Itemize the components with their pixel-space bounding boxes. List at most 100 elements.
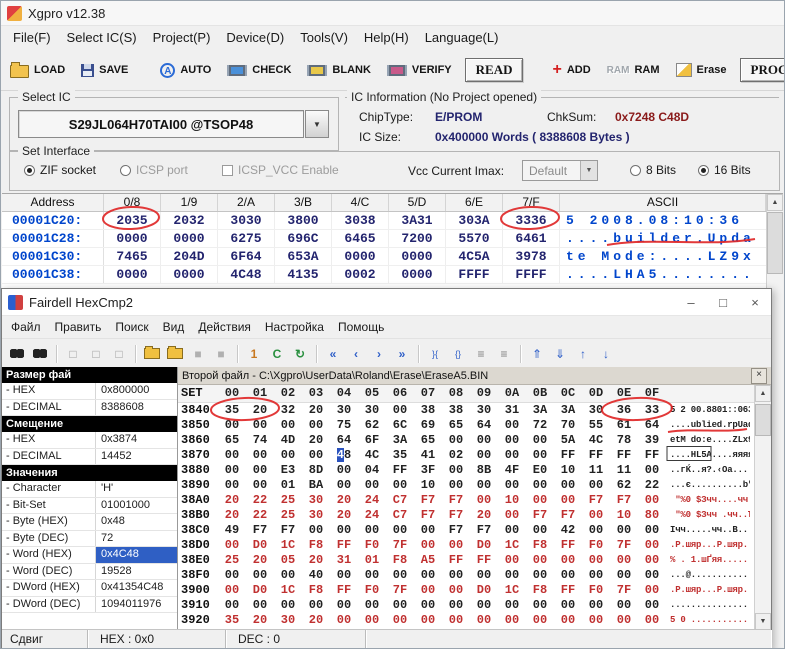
word-cell[interactable]: 3800 bbox=[275, 212, 332, 229]
byte-cell[interactable]: 64 bbox=[330, 433, 358, 448]
word-cell[interactable]: 204D bbox=[161, 248, 218, 265]
byte-cell[interactable]: 00 bbox=[442, 463, 470, 478]
byte-cell[interactable]: 00 bbox=[498, 523, 526, 538]
byte-cell[interactable]: 10 bbox=[610, 508, 638, 523]
byte-cell[interactable]: 00 bbox=[526, 553, 554, 568]
byte-cell[interactable]: 00 bbox=[330, 523, 358, 538]
ascii-cell[interactable]: % . 1.шҐяя...... bbox=[670, 553, 750, 568]
ascii-cell[interactable]: ................ bbox=[670, 598, 750, 613]
byte-cell[interactable]: 00 bbox=[470, 478, 498, 493]
byte-cell[interactable]: F8 bbox=[302, 583, 330, 598]
byte-cell[interactable]: 01 bbox=[358, 553, 386, 568]
byte-cell[interactable]: 3A bbox=[554, 403, 582, 418]
hexcmp-titlebar[interactable]: Fairdell HexCmp2 – □ × bbox=[2, 289, 771, 316]
byte-cell[interactable]: 3F bbox=[414, 463, 442, 478]
byte-cell[interactable]: FF bbox=[638, 448, 666, 463]
byte-cell[interactable]: 00 bbox=[218, 463, 246, 478]
last-diff-icon[interactable]: » bbox=[391, 343, 413, 365]
byte-cell[interactable]: 00 bbox=[414, 568, 442, 583]
byte-cell[interactable]: 00 bbox=[610, 598, 638, 613]
word-cell[interactable]: 4C5A bbox=[446, 248, 503, 265]
recompare-icon[interactable]: ↻ bbox=[289, 343, 311, 365]
byte-cell[interactable]: 00 bbox=[554, 478, 582, 493]
byte-cell[interactable]: F7 bbox=[246, 523, 274, 538]
byte-cell[interactable]: 00 bbox=[442, 538, 470, 553]
open-single-icon[interactable] bbox=[164, 343, 186, 365]
byte-cell[interactable]: 38 bbox=[442, 403, 470, 418]
byte-cell[interactable]: F0 bbox=[582, 583, 610, 598]
ascii-cell[interactable]: ..гЌ..я?.‹Oа.... bbox=[670, 463, 750, 478]
byte-cell[interactable]: 30 bbox=[330, 403, 358, 418]
byte-cell[interactable]: 78 bbox=[610, 433, 638, 448]
byte-cell[interactable]: 00 bbox=[218, 478, 246, 493]
byte-cell[interactable]: 64 bbox=[638, 418, 666, 433]
load-button[interactable]: LOAD bbox=[7, 60, 68, 80]
byte-cell[interactable]: 22 bbox=[246, 508, 274, 523]
byte-cell[interactable]: 6F bbox=[358, 433, 386, 448]
ic-combobox[interactable]: S29JL064H70TAI00 @TSOP48 bbox=[18, 110, 304, 138]
byte-cell[interactable]: 00 bbox=[414, 613, 442, 628]
byte-cell[interactable]: 00 bbox=[386, 478, 414, 493]
byte-cell[interactable]: 1C bbox=[274, 583, 302, 598]
byte-cell[interactable]: 36 bbox=[610, 403, 638, 418]
scroll-up-button[interactable]: ▲ bbox=[755, 385, 771, 402]
file-one-icon[interactable]: □ bbox=[62, 343, 84, 365]
byte-cell[interactable]: 00 bbox=[358, 478, 386, 493]
word-cell[interactable]: FFFF bbox=[503, 266, 560, 283]
byte-cell[interactable]: FF bbox=[442, 553, 470, 568]
byte-cell[interactable]: 38 bbox=[414, 403, 442, 418]
scrollbar-thumb[interactable] bbox=[755, 404, 771, 436]
xgpro-menu-select-ic[interactable]: Select IC(S) bbox=[59, 26, 145, 50]
scroll-down-sync-icon[interactable]: ⇓ bbox=[549, 343, 571, 365]
byte-cell[interactable]: E3 bbox=[274, 463, 302, 478]
byte-cell[interactable]: 30 bbox=[358, 403, 386, 418]
word-cell[interactable]: 3978 bbox=[503, 248, 560, 265]
byte-cell[interactable]: 00 bbox=[526, 433, 554, 448]
byte-cell[interactable]: 10 bbox=[554, 463, 582, 478]
byte-cell[interactable]: F7 bbox=[274, 523, 302, 538]
byte-cell[interactable]: 20 bbox=[330, 493, 358, 508]
byte-cell[interactable]: 00 bbox=[526, 568, 554, 583]
byte-cell[interactable]: 00 bbox=[582, 613, 610, 628]
ascii-cell[interactable]: .Р.шяр...Р.шяр.. bbox=[670, 583, 750, 598]
byte-cell[interactable]: 00 bbox=[218, 448, 246, 463]
byte-cell[interactable]: 00 bbox=[218, 538, 246, 553]
byte-cell[interactable]: 05 bbox=[274, 553, 302, 568]
byte-cell[interactable]: 49 bbox=[218, 523, 246, 538]
hexview-scrollbar[interactable]: ▲ ▼ bbox=[754, 385, 771, 630]
byte-cell[interactable]: 00 bbox=[582, 553, 610, 568]
byte-cell[interactable]: 00 bbox=[442, 478, 470, 493]
byte-cell[interactable]: 00 bbox=[246, 463, 274, 478]
find-icon[interactable] bbox=[6, 343, 28, 365]
byte-cell[interactable]: 35 bbox=[218, 403, 246, 418]
byte-cell[interactable]: 39 bbox=[638, 433, 666, 448]
byte-cell[interactable]: 69 bbox=[414, 418, 442, 433]
byte-cell[interactable]: 40 bbox=[302, 568, 330, 583]
byte-cell[interactable]: 00 bbox=[330, 598, 358, 613]
byte-cell[interactable]: 00 bbox=[498, 478, 526, 493]
word-cell[interactable]: 3A31 bbox=[389, 212, 446, 229]
byte-cell[interactable]: C7 bbox=[386, 508, 414, 523]
byte-cell[interactable]: 00 bbox=[218, 418, 246, 433]
byte-cell[interactable]: 74 bbox=[246, 433, 274, 448]
byte-cell[interactable]: 00 bbox=[498, 433, 526, 448]
byte-cell[interactable]: 20 bbox=[218, 493, 246, 508]
byte-cell[interactable]: FF bbox=[610, 448, 638, 463]
byte-cell[interactable]: 00 bbox=[442, 433, 470, 448]
word-cell[interactable]: 6F64 bbox=[218, 248, 275, 265]
byte-cell[interactable]: 00 bbox=[302, 523, 330, 538]
byte-cell[interactable]: 00 bbox=[246, 598, 274, 613]
byte-cell[interactable]: 61 bbox=[610, 418, 638, 433]
byte-cell[interactable]: 11 bbox=[582, 463, 610, 478]
byte-cell[interactable]: 00 bbox=[218, 568, 246, 583]
byte-cell[interactable]: A5 bbox=[414, 553, 442, 568]
byte-cell[interactable]: 00 bbox=[330, 478, 358, 493]
scroll-up-button[interactable]: ▲ bbox=[767, 194, 783, 211]
byte-cell[interactable]: 20 bbox=[246, 553, 274, 568]
byte-cell[interactable]: C7 bbox=[386, 493, 414, 508]
byte-cell[interactable]: 25 bbox=[274, 493, 302, 508]
byte-cell[interactable]: 00 bbox=[358, 568, 386, 583]
byte-cell[interactable]: F7 bbox=[526, 508, 554, 523]
byte-cell[interactable]: 4D bbox=[274, 433, 302, 448]
page-down-icon[interactable]: ↓ bbox=[595, 343, 617, 365]
